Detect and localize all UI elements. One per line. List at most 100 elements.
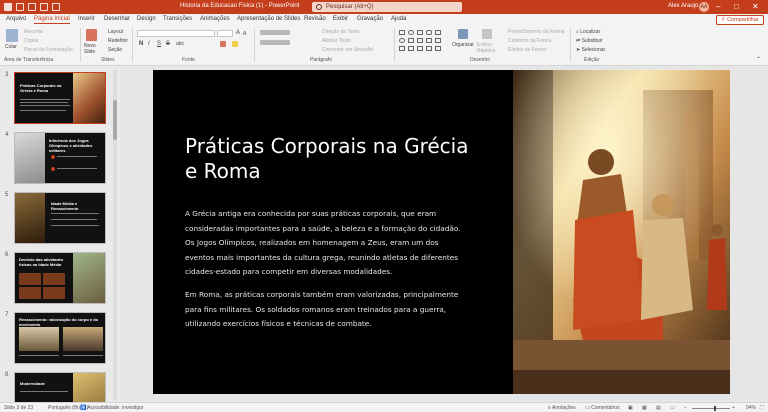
avatar[interactable]: AA bbox=[699, 2, 709, 12]
decrease-font-button[interactable]: A bbox=[243, 31, 246, 37]
arrange-icon[interactable] bbox=[458, 29, 468, 39]
smartart-button[interactable]: Converter em SmartArt bbox=[322, 47, 373, 53]
maximize-button[interactable]: □ bbox=[734, 2, 739, 12]
tab-inserir[interactable]: Inserir bbox=[78, 16, 95, 22]
zoom-slider-handle[interactable] bbox=[714, 406, 716, 411]
reset-button[interactable]: Redefinir bbox=[108, 38, 128, 44]
bracket-shape-icon[interactable] bbox=[426, 46, 432, 51]
font-family-select[interactable] bbox=[137, 30, 215, 37]
font-size-select[interactable] bbox=[217, 30, 233, 37]
autosave-icon[interactable] bbox=[4, 3, 12, 11]
tab-gravacao[interactable]: Gravação bbox=[357, 16, 383, 22]
arrow-shape-icon[interactable] bbox=[417, 38, 423, 43]
zoom-out-icon[interactable]: − bbox=[684, 405, 687, 411]
tab-revisao[interactable]: Revisão bbox=[304, 16, 326, 22]
rounded-rect-shape-icon[interactable] bbox=[426, 30, 432, 35]
rectangle-shape-icon[interactable] bbox=[435, 30, 441, 35]
heart-shape-icon[interactable] bbox=[408, 46, 414, 51]
undo-icon[interactable] bbox=[28, 3, 36, 11]
slide-title[interactable]: Práticas Corporais na Grécia e Roma bbox=[185, 134, 485, 184]
tab-desenhar[interactable]: Desenhar bbox=[104, 16, 130, 22]
find-button[interactable]: ⌕ Localizar bbox=[576, 29, 600, 35]
bold-button[interactable]: N bbox=[139, 41, 143, 47]
tab-animacoes[interactable]: Animações bbox=[200, 16, 230, 22]
align-icons[interactable] bbox=[260, 40, 290, 45]
scrollbar-thumb[interactable] bbox=[113, 100, 117, 140]
save-icon[interactable] bbox=[16, 3, 24, 11]
oval-shape-icon[interactable] bbox=[408, 30, 414, 35]
font-color-icon[interactable] bbox=[220, 41, 226, 47]
tab-exibir[interactable]: Exibir bbox=[333, 16, 348, 22]
share-button[interactable]: ⇧ Compartilhar bbox=[716, 15, 764, 25]
close-button[interactable]: ✕ bbox=[752, 2, 759, 12]
strikethrough-button[interactable]: S bbox=[166, 41, 170, 47]
cut-button[interactable]: Recortar bbox=[24, 29, 43, 35]
tab-apresentacao[interactable]: Apresentação de Slides bbox=[237, 16, 300, 22]
slide-paragraph-2[interactable]: Em Roma, as práticas corporais também er… bbox=[185, 288, 458, 332]
copy-button[interactable]: Copiar bbox=[24, 38, 39, 44]
zoom-in-icon[interactable]: + bbox=[732, 405, 735, 411]
oval-shape-icon[interactable] bbox=[399, 38, 405, 43]
fit-slide-icon[interactable]: ⛶ bbox=[760, 405, 764, 411]
slide-paragraph-1[interactable]: A Grécia antiga era conhecida por suas p… bbox=[185, 207, 460, 280]
paste-button[interactable]: Colar bbox=[5, 44, 17, 50]
reading-view-icon[interactable]: ▤ bbox=[656, 405, 661, 411]
tab-arquivo[interactable]: Arquivo bbox=[6, 16, 26, 22]
thumbnail-slide-5[interactable]: Idade Média e Renascimento bbox=[14, 192, 106, 244]
tab-ajuda[interactable]: Ajuda bbox=[391, 16, 406, 22]
star-shape-icon[interactable] bbox=[426, 38, 432, 43]
increase-font-button[interactable]: A bbox=[236, 30, 240, 36]
current-slide[interactable]: Práticas Corporais na Grécia e Roma A Gr… bbox=[153, 70, 730, 394]
normal-view-icon[interactable]: ▣ bbox=[628, 405, 633, 411]
slide-image-roman-athletes[interactable] bbox=[513, 70, 730, 394]
italic-button[interactable]: I bbox=[148, 41, 150, 47]
redo-icon[interactable] bbox=[40, 3, 48, 11]
select-button[interactable]: ➤ Selecionar bbox=[576, 47, 605, 53]
minimize-button[interactable]: – bbox=[716, 2, 720, 12]
accessibility-status[interactable]: ♿ Acessibilidade: investigar bbox=[80, 405, 143, 411]
line-shape-icon[interactable] bbox=[435, 46, 441, 51]
brace-shape-icon[interactable] bbox=[435, 38, 441, 43]
text-direction-button[interactable]: Direção do Texto bbox=[322, 29, 359, 35]
slide-sorter-icon[interactable]: ▦ bbox=[642, 405, 647, 411]
thumbnail-slide-6[interactable]: Declínio das atividades físicas na Idade… bbox=[14, 252, 106, 304]
arrange-button[interactable]: Organizar bbox=[452, 42, 474, 48]
rectangle-shape-icon[interactable] bbox=[399, 30, 405, 35]
format-painter-button[interactable]: Pincel de Formatação bbox=[24, 47, 73, 53]
comments-button[interactable]: ▭ Comentários bbox=[585, 405, 619, 411]
search-box[interactable]: Pesquisar (Alt+Q) bbox=[312, 2, 462, 12]
collapse-ribbon-icon[interactable]: ⌃ bbox=[756, 56, 761, 63]
shape-outline-button[interactable]: Contorno da Forma bbox=[508, 38, 551, 44]
align-text-button[interactable]: Alinhar Texto bbox=[322, 38, 351, 44]
quick-styles-button[interactable]: Estilos Rápidos bbox=[477, 42, 499, 54]
tab-design[interactable]: Design bbox=[137, 16, 156, 22]
shape-effects-button[interactable]: Efeitos de Forma bbox=[508, 47, 546, 53]
replace-button[interactable]: ⇄ Substituir bbox=[576, 38, 602, 44]
new-slide-icon[interactable] bbox=[86, 29, 97, 41]
triangle-shape-icon[interactable] bbox=[399, 46, 405, 51]
list-icons[interactable] bbox=[260, 30, 290, 35]
shadow-button[interactable]: abc bbox=[176, 41, 184, 47]
rectangle-shape-icon[interactable] bbox=[417, 30, 423, 35]
shape-fill-button[interactable]: Preenchimento da Forma bbox=[508, 29, 564, 35]
underline-button[interactable]: S bbox=[157, 41, 161, 47]
user-name[interactable]: Alex Araujo bbox=[668, 3, 698, 9]
thumbnail-slide-4[interactable]: Influência dos Jogos Olímpicos e ativida… bbox=[14, 132, 106, 184]
zoom-level[interactable]: 94% bbox=[746, 405, 756, 411]
slideshow-icon[interactable]: ▭ bbox=[670, 405, 675, 411]
highlight-icon[interactable] bbox=[232, 41, 238, 47]
tab-pagina-inicial[interactable]: Página Inicial bbox=[34, 16, 70, 24]
section-button[interactable]: Seção bbox=[108, 47, 122, 53]
present-icon[interactable] bbox=[52, 3, 60, 11]
quick-styles-icon[interactable] bbox=[482, 29, 492, 39]
thumbnail-slide-7[interactable]: Renascimento: valorização do corpo e do … bbox=[14, 312, 106, 364]
layout-button[interactable]: Layout bbox=[108, 29, 123, 35]
tab-transicoes[interactable]: Transições bbox=[163, 16, 192, 22]
new-slide-button[interactable]: Novo Slide bbox=[84, 43, 102, 55]
zoom-slider[interactable] bbox=[692, 408, 730, 409]
paste-icon[interactable] bbox=[6, 29, 18, 42]
notes-button[interactable]: ≡ Anotações bbox=[548, 405, 576, 411]
thumbnail-slide-3[interactable]: Práticas Corporais na Grécia e Roma bbox=[14, 72, 106, 124]
arrow-shape-icon[interactable] bbox=[408, 38, 414, 43]
callout-shape-icon[interactable] bbox=[417, 46, 423, 51]
